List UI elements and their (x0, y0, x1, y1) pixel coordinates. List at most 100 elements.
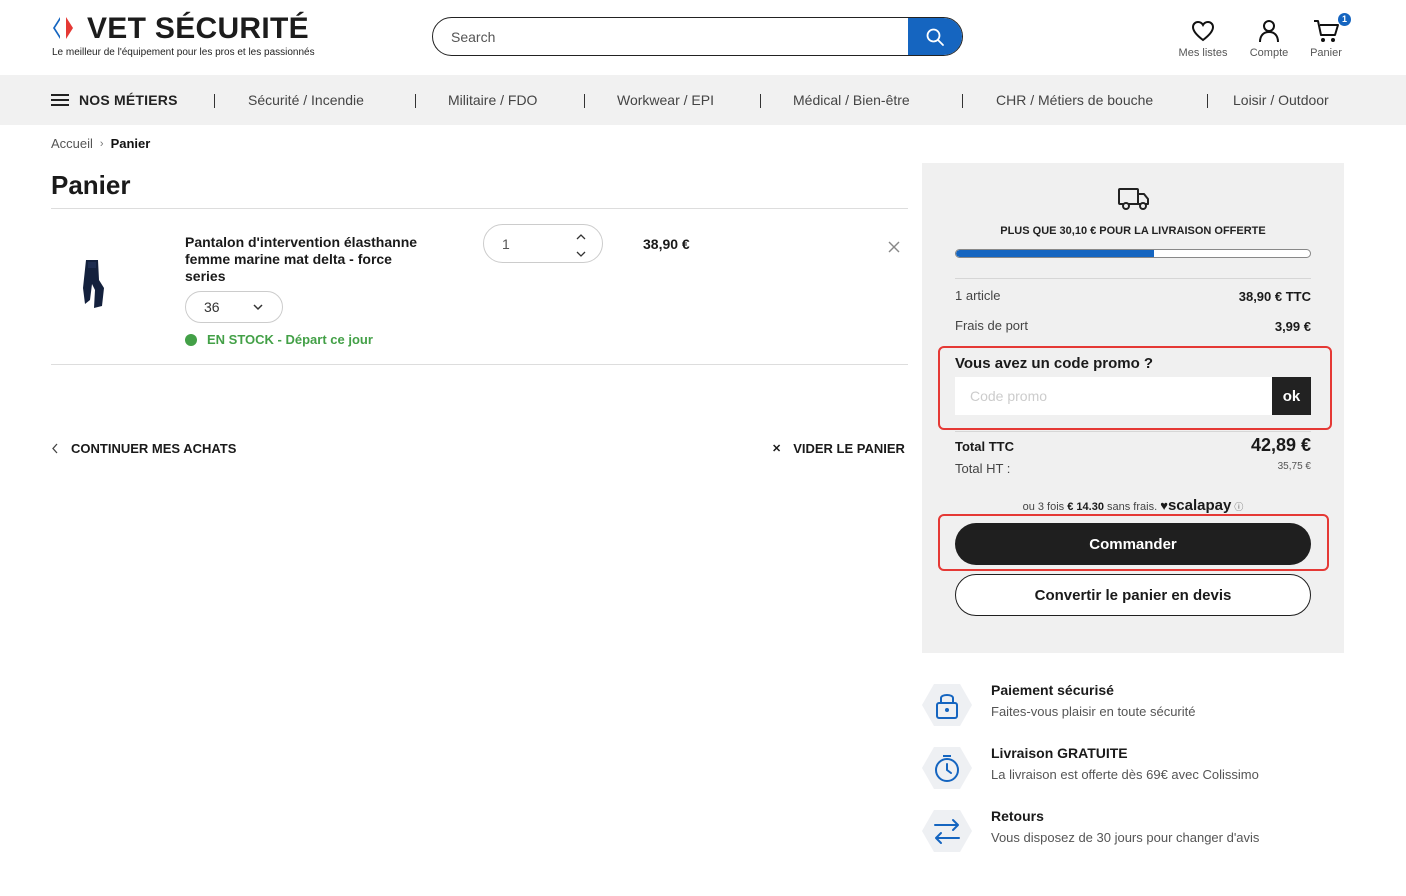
total-ttc-value: 42,89 € (1250, 435, 1311, 455)
cart-label: Panier (1310, 47, 1342, 59)
articles-label: 1 article (955, 288, 1001, 303)
logo-tagline: Le meilleur de l'équipement pour les pro… (52, 47, 315, 58)
nav-item-loisir-outdoor[interactable]: Loisir / Outdoor (1233, 75, 1329, 125)
nav-separator (214, 94, 215, 108)
divider (955, 278, 1311, 279)
shipping-row: Frais de port 3,99 € (955, 318, 1311, 334)
nav-separator (1207, 94, 1208, 108)
continue-shopping-label: CONTINUER MES ACHATS (71, 441, 237, 456)
nav-item-workwear-epi[interactable]: Workwear / EPI (617, 75, 714, 125)
search-input[interactable] (433, 18, 908, 55)
search-button[interactable] (908, 18, 962, 55)
scalapay-brand: scalapay (1167, 497, 1232, 514)
breadcrumb-home[interactable]: Accueil (51, 136, 93, 151)
scalapay-suffix: sans frais. (1107, 501, 1158, 513)
account-link[interactable]: Compte (1246, 18, 1292, 59)
breadcrumb: Accueil › Panier (51, 136, 150, 151)
heart-icon: ♥ (1160, 498, 1168, 513)
quantity-stepper[interactable]: 1 (483, 224, 603, 263)
promo-form: ok (955, 377, 1311, 415)
cart-link[interactable]: 1 Panier (1308, 13, 1351, 59)
shipping-value: 3,99 € (1274, 319, 1311, 334)
nav-separator (584, 94, 585, 108)
chevron-right-icon: › (99, 137, 104, 150)
nav-item-militaire-fdo[interactable]: Militaire / FDO (448, 75, 537, 125)
french-flag-icon (53, 17, 73, 39)
scalapay-info[interactable]: ou 3 fois € 14.30 sans frais. ♥scalapay … (922, 497, 1344, 514)
close-icon (888, 241, 900, 253)
divider (51, 208, 908, 209)
stopwatch-icon (922, 747, 972, 789)
reassurance-desc: Vous disposez de 30 jours pour changer d… (991, 830, 1260, 845)
size-value: 36 (204, 299, 220, 315)
empty-cart-button[interactable]: ✕ VIDER LE PANIER (772, 441, 905, 456)
info-icon[interactable]: ⓘ (1234, 502, 1243, 512)
quantity-increase-button[interactable] (574, 229, 588, 243)
nos-metiers-label: NOS MÉTIERS (79, 92, 178, 108)
promo-code-input[interactable] (955, 377, 1272, 415)
size-select[interactable]: 36 (185, 291, 283, 323)
search-icon (926, 28, 944, 46)
site-header: VET SÉCURITÉ Le meilleur de l'équipement… (0, 0, 1406, 75)
reassurance-returns: Retours Vous disposez de 30 jours pour c… (922, 808, 1342, 856)
shipping-label: Frais de port (955, 318, 1028, 333)
page-title: Panier (51, 170, 131, 200)
reassurance-free-delivery: Livraison GRATUITE La livraison est offe… (922, 745, 1342, 793)
main-nav: NOS MÉTIERS Sécurité / Incendie Militair… (0, 75, 1406, 125)
progress-fill (956, 250, 1155, 257)
wishlist-label: Mes listes (1178, 47, 1228, 59)
scalapay-prefix: ou 3 fois (1022, 501, 1065, 513)
divider (51, 364, 908, 365)
quantity-decrease-button[interactable] (574, 247, 588, 261)
lock-icon (922, 684, 972, 726)
reassurance-title: Paiement sécurisé (991, 682, 1114, 698)
delivery-truck-icon (1118, 188, 1149, 210)
nav-item-securite-incendie[interactable]: Sécurité / Incendie (248, 75, 364, 125)
free-shipping-progress (955, 249, 1311, 258)
promo-apply-button[interactable]: ok (1272, 377, 1311, 415)
stock-text: EN STOCK - Départ ce jour (207, 332, 373, 347)
breadcrumb-current: Panier (110, 136, 151, 151)
empty-cart-label: VIDER LE PANIER (793, 441, 905, 456)
cart-icon (1314, 20, 1339, 42)
nav-separator (760, 94, 761, 108)
product-name[interactable]: Pantalon d'intervention élasthanne femme… (185, 234, 435, 285)
remove-item-button[interactable] (886, 239, 902, 255)
chevron-left-icon (52, 443, 58, 454)
user-icon (1259, 20, 1279, 43)
reassurance-title: Livraison GRATUITE (991, 745, 1128, 761)
product-image[interactable] (66, 250, 126, 320)
continue-shopping-button[interactable]: CONTINUER MES ACHATS (51, 441, 236, 456)
cart-count-badge: 1 (1338, 13, 1351, 26)
search-bar (432, 17, 963, 56)
total-ht-label: Total HT : (955, 461, 1011, 476)
articles-value: 38,90 € TTC (1238, 289, 1311, 304)
order-summary-panel: PLUS QUE 30,10 € POUR LA LIVRAISON OFFER… (922, 163, 1344, 653)
total-ttc-label: Total TTC (955, 439, 1014, 454)
order-button[interactable]: Commander (955, 523, 1311, 565)
wishlist-link[interactable]: Mes listes (1177, 18, 1229, 59)
hamburger-menu-icon (51, 94, 69, 106)
quantity-value: 1 (502, 235, 510, 252)
promo-title: Vous avez un code promo ? (955, 355, 1154, 372)
chevron-down-icon (576, 251, 586, 257)
convert-to-quote-button[interactable]: Convertir le panier en devis (955, 574, 1311, 616)
reassurance-title: Retours (991, 808, 1044, 824)
account-label: Compte (1249, 47, 1289, 59)
site-logo[interactable]: VET SÉCURITÉ Le meilleur de l'équipement… (51, 12, 351, 63)
nos-metiers-menu[interactable]: NOS MÉTIERS (51, 75, 178, 125)
nav-separator (415, 94, 416, 108)
nav-item-medical-bien-etre[interactable]: Médical / Bien-être (793, 75, 910, 125)
scalapay-amount: € 14.30 (1067, 501, 1104, 513)
heart-icon (1191, 20, 1215, 42)
reassurance-desc: Faites-vous plaisir en toute sécurité (991, 704, 1196, 719)
stock-dot-icon (185, 333, 197, 346)
close-icon: ✕ (772, 443, 782, 455)
nav-item-chr-metiers-bouche[interactable]: CHR / Métiers de bouche (996, 75, 1153, 125)
divider (955, 431, 1311, 432)
articles-row: 1 article 38,90 € TTC (955, 288, 1311, 304)
total-ht-value: 35,75 € (1277, 461, 1311, 472)
exchange-arrows-icon (922, 810, 972, 852)
chevron-down-icon (253, 304, 263, 311)
chevron-up-icon (576, 233, 586, 239)
